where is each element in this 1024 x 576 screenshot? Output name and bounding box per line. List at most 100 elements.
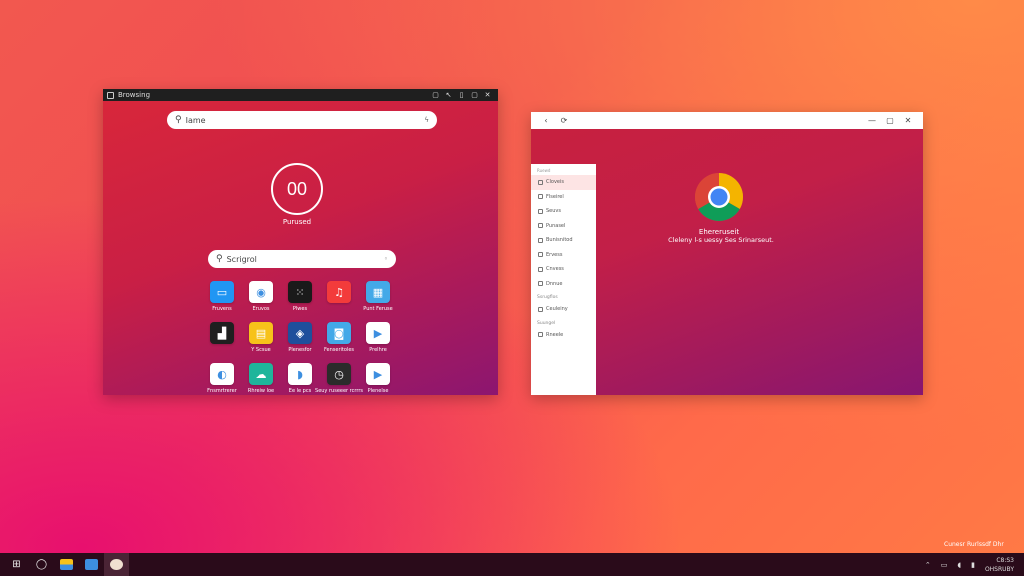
tray-expand-icon[interactable]: ⌃ bbox=[925, 561, 931, 569]
app-icon bbox=[110, 559, 123, 570]
clock-app-icon: ◷ bbox=[327, 363, 351, 385]
app-label: Ee le pcs bbox=[288, 388, 312, 394]
reload-button[interactable]: ⟳ bbox=[555, 116, 573, 125]
sidebar-item[interactable]: Ervess bbox=[531, 248, 596, 263]
calendar-icon: ▦ bbox=[366, 281, 390, 303]
back-button[interactable]: ‹ bbox=[537, 116, 555, 125]
chrome-logo-icon bbox=[694, 173, 744, 222]
tab-icon[interactable]: ▢ bbox=[429, 91, 442, 99]
sidebar-item[interactable]: Flseirel bbox=[531, 190, 596, 205]
window-title: Browsing bbox=[118, 91, 151, 99]
play-store-icon: ▶ bbox=[366, 322, 390, 344]
start-button[interactable]: ⊞ bbox=[4, 553, 29, 576]
item-icon bbox=[538, 281, 543, 287]
dots-icon: ⁙ bbox=[288, 281, 312, 303]
app-label: Fruvens bbox=[212, 306, 232, 312]
search-input[interactable]: Iame bbox=[186, 116, 425, 125]
chrome-window-right[interactable]: ‹ ⟳ — ▢ ✕ Ruewd Cloveis Flseirel Seuvs Puna… bbox=[531, 112, 923, 395]
app-label: Seuy ruseeer rcrrrs bbox=[315, 388, 363, 394]
clock-value: 00 bbox=[286, 178, 308, 199]
pinned-app-button[interactable] bbox=[104, 553, 129, 576]
item-icon bbox=[538, 194, 543, 200]
app-launcher-item[interactable]: ▦ Punt Feruse bbox=[359, 281, 397, 312]
play-store-icon: ▶ bbox=[366, 363, 390, 385]
sidebar-item[interactable]: Cnvess bbox=[531, 262, 596, 277]
search-button[interactable]: ◯ bbox=[29, 553, 54, 576]
sidebar-item[interactable]: Bunisnitod bbox=[531, 233, 596, 248]
taskbar-clock[interactable]: C8:S3 OHSRUBY bbox=[985, 556, 1014, 574]
app-launcher-item[interactable]: ▤ Y Scsue bbox=[242, 322, 280, 353]
app-launcher-item[interactable]: ▶ Plenelse bbox=[359, 363, 397, 394]
window-titlebar[interactable]: ‹ ⟳ — ▢ ✕ bbox=[531, 112, 923, 129]
minimize-button[interactable]: — bbox=[863, 116, 881, 125]
window-titlebar[interactable]: Browsing ▢ ↖ ▯ ▢ ✕ bbox=[103, 89, 498, 101]
meet-icon: ◗ bbox=[288, 363, 312, 385]
clock-widget: 00 bbox=[271, 163, 323, 215]
item-icon bbox=[538, 179, 543, 185]
close-button[interactable]: ✕ bbox=[481, 91, 494, 99]
close-button[interactable]: ✕ bbox=[899, 116, 917, 125]
maximize-button[interactable]: ▢ bbox=[468, 91, 481, 99]
app-search-input[interactable]: Scrigrol bbox=[227, 255, 384, 264]
store-icon bbox=[85, 559, 98, 570]
app-launcher-item[interactable]: ⁙ Plwes bbox=[281, 281, 319, 312]
sidebar-section-label: Suungel bbox=[537, 320, 556, 326]
search-icon: ⚲ bbox=[216, 254, 223, 264]
app-launcher-item[interactable]: ♫ bbox=[320, 281, 358, 312]
sidebar-item[interactable]: Rneele bbox=[531, 328, 596, 343]
network-icon[interactable]: ▭ bbox=[941, 561, 948, 569]
mic-icon[interactable]: ◦ bbox=[384, 255, 388, 263]
lightning-icon[interactable]: ϟ bbox=[424, 116, 429, 124]
app-launcher-item[interactable]: ▟ bbox=[203, 322, 241, 353]
app-launcher-item[interactable]: ◷ Seuy ruseeer rcrrrs bbox=[315, 363, 363, 394]
minimize-button[interactable]: ▯ bbox=[455, 91, 468, 99]
app-launcher-item[interactable]: ▶ Prelhre bbox=[359, 322, 397, 353]
top-search-bar[interactable]: ⚲ Iame ϟ bbox=[167, 111, 437, 129]
browser-window-left[interactable]: Browsing ▢ ↖ ▯ ▢ ✕ ⚲ Iame ϟ 00 Purused ⚲… bbox=[103, 89, 498, 395]
app-search-bar[interactable]: ⚲ Scrigrol ◦ bbox=[208, 250, 396, 268]
item-icon bbox=[538, 266, 543, 272]
file-explorer-button[interactable] bbox=[54, 553, 79, 576]
battery-icon[interactable]: ▮ bbox=[971, 561, 975, 569]
clock-label: Purused bbox=[282, 218, 312, 226]
sidebar-item[interactable]: Cloveis bbox=[531, 175, 596, 190]
pointer-icon[interactable]: ↖ bbox=[442, 91, 455, 99]
store-button[interactable] bbox=[79, 553, 104, 576]
app-grid: ▭ Fruvens ◉ Eruvos ⁙ Plwes ♫ ▦ Punt Feruse ▟ ▤ Y Sc… bbox=[203, 281, 403, 394]
app-launcher-item[interactable]: ◈ Plenesfor bbox=[281, 322, 319, 353]
app-launcher-item[interactable]: ☁ Rhreiw loe bbox=[242, 363, 280, 394]
app-label: Eruvos bbox=[252, 306, 270, 312]
item-icon bbox=[538, 332, 543, 338]
chart-icon: ▟ bbox=[210, 322, 234, 344]
app-label: Punt Feruse bbox=[363, 306, 393, 312]
app-label: Prelhre bbox=[369, 347, 387, 353]
windows-icon: ⊞ bbox=[12, 559, 21, 570]
chrome-subtitle: Cleleny l-s uessy Ses Srinarseut. bbox=[668, 236, 774, 244]
pay-icon: ◐ bbox=[210, 363, 234, 385]
sidebar-item[interactable]: Dnnue bbox=[531, 277, 596, 292]
item-icon bbox=[538, 306, 543, 312]
app-label: Fenseritoles bbox=[323, 347, 355, 353]
app-launcher-item[interactable]: ◙ Fenseritoles bbox=[320, 322, 358, 353]
app-launcher-item[interactable]: ▭ Fruvens bbox=[203, 281, 241, 312]
item-icon bbox=[538, 208, 543, 214]
volume-icon[interactable]: ◖ bbox=[957, 561, 961, 569]
folder-icon bbox=[60, 559, 73, 570]
sidebar-item[interactable]: Punasel bbox=[531, 219, 596, 234]
maximize-button[interactable]: ▢ bbox=[881, 116, 899, 125]
app-label: Plenesfor bbox=[288, 347, 312, 353]
item-icon bbox=[538, 223, 543, 229]
sidebar-item[interactable]: Ceuleiny bbox=[531, 302, 596, 317]
app-launcher-item[interactable]: ◉ Eruvos bbox=[242, 281, 280, 312]
photo-icon: ◈ bbox=[288, 322, 312, 344]
sidebar-item[interactable]: Seuvs bbox=[531, 204, 596, 219]
cloud-icon: ☁ bbox=[249, 363, 273, 385]
sidebar-section-label: Ssrugflos bbox=[537, 295, 558, 300]
app-launcher-item[interactable]: ◐ Fnsmrtrerer bbox=[203, 363, 241, 394]
music-icon: ♫ bbox=[327, 281, 351, 303]
folder-icon: ▤ bbox=[249, 322, 273, 344]
taskbar: ⊞ ◯ ⌃ ▭ ◖ ▮ C8:S3 OHSRUBY bbox=[0, 553, 1024, 576]
app-label: Plenelse bbox=[367, 388, 389, 394]
app-launcher-item[interactable]: ◗ Ee le pcs bbox=[281, 363, 319, 394]
chrome-icon: ◉ bbox=[249, 281, 273, 303]
